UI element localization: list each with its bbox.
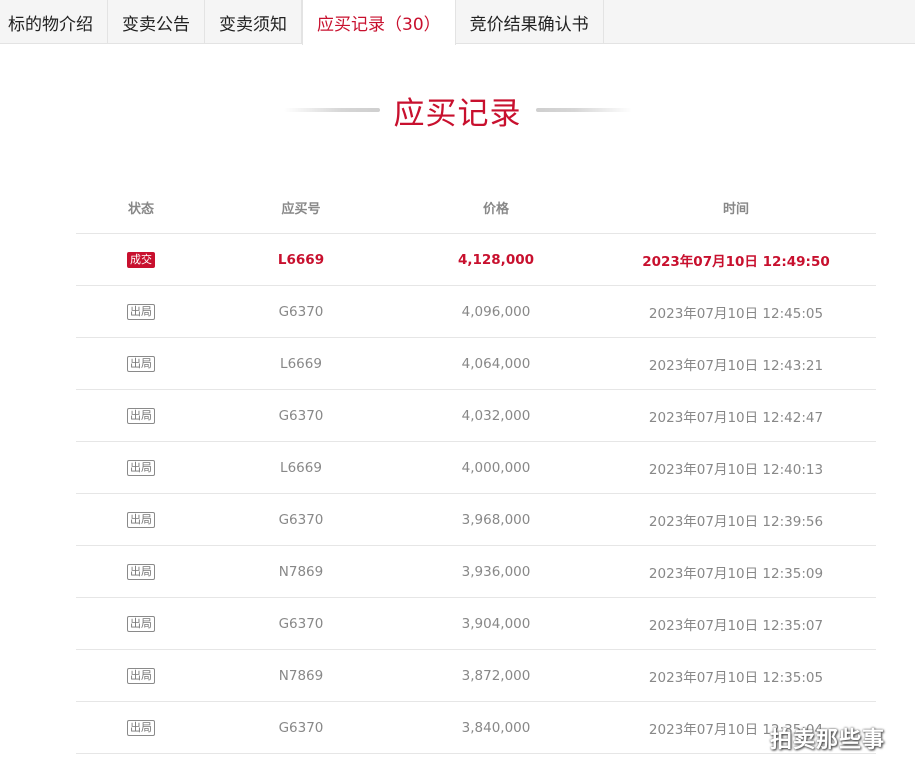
time-cell: 2023年07月10日 12:39:56 xyxy=(648,513,824,530)
price-cell: 3,936,000 xyxy=(461,563,531,580)
status-badge: 出局 xyxy=(127,356,155,372)
bidder-id-cell: N7869 xyxy=(278,563,324,580)
title-divider-left xyxy=(283,108,380,112)
status-badge: 出局 xyxy=(127,616,155,632)
time-cell: 2023年07月10日 12:45:05 xyxy=(648,305,824,322)
price-cell: 4,000,000 xyxy=(461,459,531,476)
time-cell: 2023年07月10日 12:42:47 xyxy=(648,409,824,426)
bidder-id-cell: N7869 xyxy=(278,667,324,684)
tab-bar: 标的物介绍 变卖公告 变卖须知 应买记录（30） 竞价结果确认书 xyxy=(0,0,915,45)
price-cell: 3,840,000 xyxy=(461,719,531,736)
status-badge: 出局 xyxy=(127,408,155,424)
table-row: 出局 N7869 3,872,000 2023年07月10日 12:35:05 xyxy=(76,650,876,702)
bidder-id-cell: G6370 xyxy=(278,719,324,736)
bid-records-page: 标的物介绍 变卖公告 变卖须知 应买记录（30） 竞价结果确认书 应买记录 状态… xyxy=(0,0,915,768)
bidder-id-cell: G6370 xyxy=(278,511,324,528)
bidder-id-cell: G6370 xyxy=(278,303,324,320)
status-cell: 出局 xyxy=(76,563,206,580)
header-status: 状态 xyxy=(127,202,154,217)
time-cell: 2023年07月10日 12:43:21 xyxy=(648,357,824,374)
watermark: 拍卖那些事 xyxy=(770,728,886,753)
status-badge: 出局 xyxy=(127,512,155,528)
status-badge: 出局 xyxy=(127,564,155,580)
time-cell: 2023年07月10日 12:35:09 xyxy=(648,565,824,582)
status-badge: 出局 xyxy=(127,460,155,476)
table-row: 出局 L6669 4,064,000 2023年07月10日 12:43:21 xyxy=(76,338,876,390)
section-title-row: 应买记录 xyxy=(0,88,915,132)
status-cell: 出局 xyxy=(76,459,206,476)
table-row: 成交 L6669 4,128,000 2023年07月10日 12:49:50 xyxy=(76,234,876,286)
table-header: 状态 应买号 价格 时间 xyxy=(76,182,876,234)
price-cell: 4,064,000 xyxy=(461,355,531,372)
status-cell: 出局 xyxy=(76,355,206,372)
price-cell: 4,128,000 xyxy=(457,251,534,268)
tab-bid-records[interactable]: 应买记录（30） xyxy=(302,0,456,45)
status-cell: 出局 xyxy=(76,407,206,424)
tab-result-confirmation[interactable]: 竞价结果确认书 xyxy=(456,0,604,44)
tab-sale-notice[interactable]: 变卖公告 xyxy=(108,0,205,44)
bidder-id-cell: L6669 xyxy=(280,459,322,476)
table-row: 出局 G6370 3,840,000 2023年07月10日 12:35:04 xyxy=(76,702,876,754)
table-row: 出局 G6370 4,096,000 2023年07月10日 12:45:05 xyxy=(76,286,876,338)
bidder-id-cell: G6370 xyxy=(278,407,324,424)
status-cell: 出局 xyxy=(76,511,206,528)
table-row: 出局 L6669 4,000,000 2023年07月10日 12:40:13 xyxy=(76,442,876,494)
bidder-id-cell: L6669 xyxy=(280,355,322,372)
header-price: 价格 xyxy=(482,202,509,217)
status-cell: 出局 xyxy=(76,303,206,320)
status-cell: 出局 xyxy=(76,615,206,632)
price-cell: 3,904,000 xyxy=(461,615,531,632)
bidder-id-cell: G6370 xyxy=(278,615,324,632)
table-row: 出局 G6370 4,032,000 2023年07月10日 12:42:47 xyxy=(76,390,876,442)
section-title: 应买记录 xyxy=(393,95,522,132)
price-cell: 4,032,000 xyxy=(461,407,531,424)
title-divider-right xyxy=(535,108,632,112)
status-cell: 成交 xyxy=(76,251,206,268)
status-badge: 成交 xyxy=(127,252,155,268)
time-cell: 2023年07月10日 12:35:05 xyxy=(648,669,824,686)
header-time: 时间 xyxy=(722,202,749,217)
tab-item-intro[interactable]: 标的物介绍 xyxy=(0,0,108,44)
time-cell: 2023年07月10日 12:40:13 xyxy=(648,461,824,478)
status-badge: 出局 xyxy=(127,668,155,684)
bid-records-table: 状态 应买号 价格 时间 成交 L6669 4,128,000 2023年07月… xyxy=(76,182,876,754)
header-bidder-id: 应买号 xyxy=(281,202,321,217)
table-row: 出局 G6370 3,904,000 2023年07月10日 12:35:07 xyxy=(76,598,876,650)
time-cell: 2023年07月10日 12:49:50 xyxy=(642,253,830,270)
bidder-id-cell: L6669 xyxy=(277,251,325,268)
price-cell: 3,872,000 xyxy=(461,667,531,684)
table-row: 出局 N7869 3,936,000 2023年07月10日 12:35:09 xyxy=(76,546,876,598)
status-badge: 出局 xyxy=(127,720,155,736)
status-badge: 出局 xyxy=(127,304,155,320)
price-cell: 3,968,000 xyxy=(461,511,531,528)
price-cell: 4,096,000 xyxy=(461,303,531,320)
status-cell: 出局 xyxy=(76,719,206,736)
tab-sale-instructions[interactable]: 变卖须知 xyxy=(205,0,302,44)
status-cell: 出局 xyxy=(76,667,206,684)
table-row: 出局 G6370 3,968,000 2023年07月10日 12:39:56 xyxy=(76,494,876,546)
time-cell: 2023年07月10日 12:35:07 xyxy=(648,617,824,634)
